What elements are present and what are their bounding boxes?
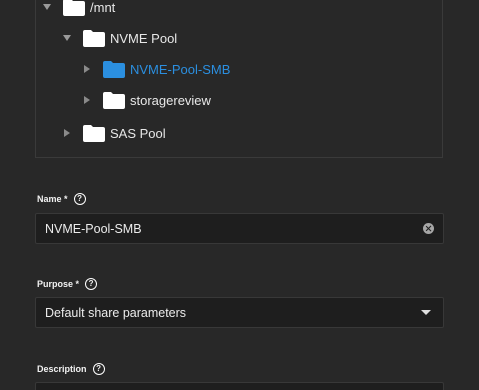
tree-node-label: NVME-Pool-SMB: [130, 61, 231, 77]
name-field-label: Name * ?: [37, 193, 86, 205]
chevron-right-icon[interactable]: [61, 127, 73, 139]
help-icon[interactable]: ?: [73, 193, 86, 205]
chevron-down-icon[interactable]: [61, 32, 73, 44]
help-icon[interactable]: ?: [85, 278, 98, 290]
chevron-right-icon[interactable]: [81, 63, 93, 75]
tree-node-mnt[interactable]: /mnt: [41, 0, 115, 18]
chevron-right-icon[interactable]: [81, 94, 93, 106]
folder-icon: [103, 60, 125, 78]
purpose-label-text: Purpose *: [37, 279, 80, 289]
description-label-text: Description: [37, 364, 87, 374]
purpose-field-label: Purpose * ?: [37, 278, 98, 290]
tree-node-label: SAS Pool: [110, 125, 166, 141]
tree-node-nvme-pool[interactable]: NVME Pool: [61, 27, 177, 49]
folder-icon: [83, 124, 105, 142]
chevron-down-icon[interactable]: [41, 1, 53, 13]
purpose-select[interactable]: Default share parameters: [35, 297, 444, 328]
tree-node-label: NVME Pool: [110, 30, 178, 46]
name-input-value: NVME-Pool-SMB: [45, 221, 142, 236]
name-input[interactable]: NVME-Pool-SMB: [35, 213, 444, 244]
folder-icon: [103, 91, 125, 109]
purpose-select-value: Default share parameters: [45, 305, 187, 320]
directory-tree: /mnt NVME Pool NVME-Pool-SMB storagerevi…: [35, 0, 443, 158]
description-field-label: Description ?: [37, 363, 105, 375]
help-icon[interactable]: ?: [92, 363, 105, 375]
tree-node-label: storagereview: [130, 92, 211, 108]
description-input[interactable]: [35, 382, 444, 390]
clear-icon[interactable]: [423, 223, 434, 234]
dropdown-arrow-icon[interactable]: [421, 310, 431, 315]
tree-node-nvme-pool-smb[interactable]: NVME-Pool-SMB: [81, 58, 230, 80]
name-label-text: Name *: [37, 194, 68, 204]
tree-node-label: /mnt: [90, 0, 116, 15]
folder-icon: [63, 0, 85, 16]
folder-icon: [83, 29, 105, 47]
tree-node-sas-pool[interactable]: SAS Pool: [61, 122, 166, 144]
tree-node-storagereview[interactable]: storagereview: [81, 89, 211, 111]
